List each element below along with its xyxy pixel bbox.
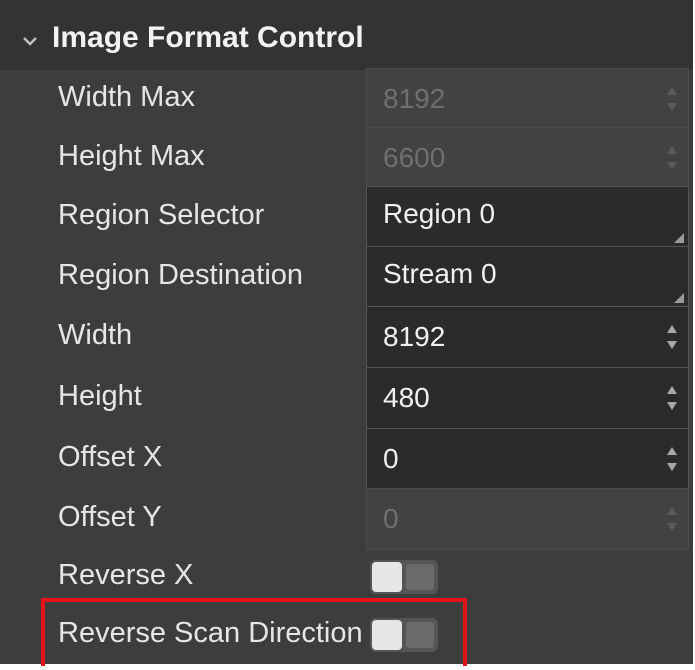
property-panel: Image Format Control Width Max 8192 Heig… [0,0,693,666]
reverse-x-toggle[interactable] [370,560,438,594]
toggle-knob [372,562,402,592]
region-destination-label: Region Destination [58,259,304,291]
offset-x-value: 0 [383,443,399,474]
toggle-track [406,564,434,590]
width-value: 8192 [383,321,446,352]
spinner-arrows-icon[interactable] [660,429,684,489]
reverse-x-label: Reverse X [58,559,194,591]
region-destination-value: Stream 0 [383,258,497,289]
offset-y-label: Offset Y [58,501,162,533]
spinner-arrows-icon [667,87,677,111]
width-spinbox[interactable]: 8192 [366,306,689,368]
spinner-arrows-icon [667,507,677,531]
region-selector-label: Region Selector [58,199,265,231]
height-max-value: 6600 [383,142,446,173]
height-max-field: 6600 [366,127,689,189]
height-spinbox[interactable]: 480 [366,367,689,429]
spinner-arrows-icon[interactable] [660,368,684,428]
offset-x-spinbox[interactable]: 0 [366,428,689,490]
offset-x-label: Offset X [58,441,163,473]
spinner-arrows-icon[interactable] [660,307,684,367]
width-label: Width [58,319,133,351]
width-max-label: Width Max [58,81,195,113]
width-max-field: 8192 [366,68,689,130]
height-value: 480 [383,382,430,413]
height-label: Height [58,380,142,412]
region-selector-value: Region 0 [383,198,496,229]
chevron-down-icon[interactable] [20,31,40,51]
row-height: Height 480 [0,363,693,433]
width-max-value: 8192 [383,83,446,114]
offset-y-value: 0 [383,503,399,534]
section-header-image-format-control[interactable]: Image Format Control [0,0,693,70]
region-selector-dropdown[interactable]: Region 0 [366,186,689,248]
highlight-box [41,598,467,666]
height-max-label: Height Max [58,140,205,172]
offset-y-field: 0 [366,488,689,550]
section-title: Image Format Control [52,21,364,54]
spinner-arrows-icon [667,146,677,170]
row-width: Width 8192 [0,302,693,372]
region-destination-dropdown[interactable]: Stream 0 [366,246,689,308]
